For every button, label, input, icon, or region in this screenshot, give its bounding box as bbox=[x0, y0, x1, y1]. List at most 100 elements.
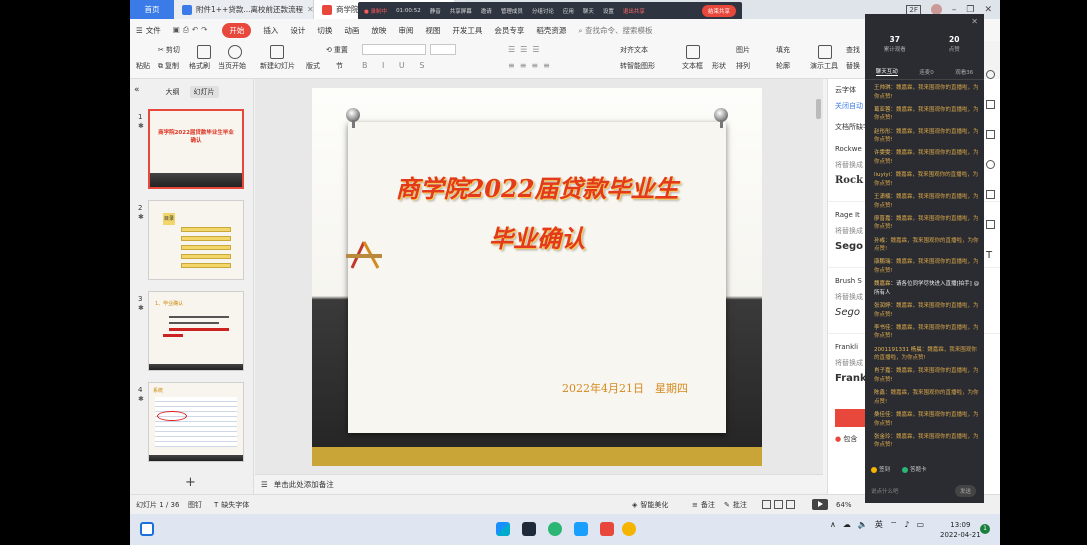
sorter-view-icon[interactable] bbox=[774, 500, 783, 509]
meeting-mute[interactable]: 静音 bbox=[430, 7, 441, 15]
font-item-name[interactable]: Rage It bbox=[835, 211, 860, 219]
command-search[interactable]: ⌕ 查找命令、搜索模板 bbox=[578, 25, 652, 36]
tab-document[interactable]: 附件1++贷款...离校前还款流程 ✕ bbox=[174, 0, 314, 19]
play-from-current-button[interactable]: 当页开始 bbox=[218, 61, 246, 71]
menu-start[interactable]: 开始 bbox=[222, 22, 252, 38]
file-menu[interactable]: ☰ 文件 bbox=[136, 25, 161, 36]
reset-button[interactable]: ⟲ 重置 bbox=[326, 45, 348, 55]
wechat-icon[interactable] bbox=[548, 522, 562, 536]
volume-icon[interactable]: ♪ bbox=[904, 520, 909, 529]
reading-view-icon[interactable] bbox=[786, 500, 795, 509]
paste-button[interactable]: 粘贴 bbox=[136, 61, 150, 71]
font-item-name[interactable]: Brush S bbox=[835, 277, 862, 285]
meeting-settings[interactable]: 设置 bbox=[603, 7, 614, 15]
help-icon[interactable] bbox=[986, 70, 995, 79]
menu-insert[interactable]: 插入 bbox=[263, 25, 278, 36]
close-icon[interactable]: ✕ bbox=[971, 17, 978, 26]
stop-share-link[interactable]: 退出共享 bbox=[623, 7, 645, 15]
format-painter-button[interactable]: 格式刷 bbox=[189, 61, 210, 71]
font-item-name[interactable]: Frankli bbox=[835, 343, 858, 351]
tool-icon[interactable] bbox=[986, 190, 995, 199]
slide[interactable]: 商学院2022届贷款毕业生 毕业确认 2022年4月21日 星期四 bbox=[312, 88, 762, 466]
find-button[interactable]: 查找 bbox=[846, 45, 860, 55]
tool-icon[interactable] bbox=[986, 130, 995, 139]
input-language[interactable]: 英 bbox=[875, 519, 883, 530]
menu-slideshow[interactable]: 放映 bbox=[371, 25, 386, 36]
menu-docer[interactable]: 稻壳资源 bbox=[536, 25, 566, 36]
section-button[interactable]: 节 bbox=[336, 61, 343, 71]
send-button[interactable]: 发送 bbox=[954, 485, 976, 497]
notes-toggle[interactable]: ≡ 备注 bbox=[692, 500, 715, 510]
meeting-apps[interactable]: 应用 bbox=[563, 7, 574, 15]
slide-thumbnail-3[interactable]: 1、毕业确认 bbox=[148, 291, 244, 371]
menu-developer[interactable]: 开发工具 bbox=[452, 25, 482, 36]
slide-thumbnail-4[interactable]: 系统 bbox=[148, 382, 244, 462]
notes-area[interactable]: ☰ 单击此处添加备注 bbox=[255, 474, 823, 494]
textbox-button[interactable]: 文本框 bbox=[682, 61, 703, 71]
text-direction-button[interactable]: 对齐文本 bbox=[620, 45, 648, 55]
play-icon[interactable] bbox=[228, 45, 242, 59]
tab-chat[interactable]: 聊天互动 bbox=[875, 67, 898, 76]
windows-start-icon[interactable] bbox=[496, 522, 510, 536]
menu-view[interactable]: 视图 bbox=[425, 25, 440, 36]
new-slide-icon[interactable] bbox=[270, 45, 284, 59]
beautify-button[interactable]: ◈ 智能美化 bbox=[632, 500, 668, 510]
answer-card-button[interactable]: 答题卡 bbox=[902, 465, 927, 473]
font-format-buttons[interactable]: B I U S bbox=[362, 61, 430, 70]
meeting-app-icon[interactable] bbox=[574, 522, 588, 536]
brush-icon[interactable] bbox=[197, 45, 211, 59]
sign-in-button[interactable]: 签到 bbox=[871, 465, 890, 473]
slide-thumbnail-1[interactable]: 商学院2022届贷款毕业生毕业确认 bbox=[148, 109, 244, 189]
outline-button[interactable]: 轮廓 bbox=[776, 61, 790, 71]
clock[interactable]: 13:09 2022-04-21 bbox=[940, 520, 981, 540]
notification-badge[interactable]: 1 bbox=[980, 524, 990, 534]
tab-slides[interactable]: 幻灯片 bbox=[189, 86, 219, 98]
missing-font-button[interactable]: T 缺失字体 bbox=[214, 500, 249, 510]
auto-close-link[interactable]: 关闭自动 bbox=[835, 101, 863, 111]
new-slide-button[interactable]: 新建幻灯片 bbox=[260, 61, 295, 71]
slideshow-button[interactable] bbox=[812, 499, 828, 510]
chevron-up-icon[interactable]: ∧ bbox=[830, 520, 836, 529]
slide-thumbnail-2[interactable]: 目录 bbox=[148, 200, 244, 280]
presenter-tools-icon[interactable] bbox=[818, 45, 832, 59]
meeting-chat[interactable]: 聊天 bbox=[583, 7, 594, 15]
copy-button[interactable]: ⧉ 复制 bbox=[158, 61, 179, 71]
quick-access-toolbar[interactable]: ▣⎙↶↷ bbox=[173, 25, 211, 35]
comments-toggle[interactable]: ✎ 批注 bbox=[724, 500, 747, 510]
wps-icon[interactable] bbox=[600, 522, 614, 536]
close-icon[interactable]: ✕ bbox=[307, 5, 314, 14]
paragraph-buttons[interactable]: ☰☰☰ bbox=[508, 45, 545, 54]
presenter-tools-button[interactable]: 演示工具 bbox=[810, 61, 838, 71]
layout-button[interactable]: 版式 bbox=[306, 61, 320, 71]
search-icon[interactable] bbox=[522, 522, 536, 536]
tab-home[interactable]: 首页 bbox=[130, 0, 174, 19]
browser-icon[interactable] bbox=[622, 522, 636, 536]
tool-icon[interactable] bbox=[986, 100, 995, 109]
zoom-level[interactable]: 64% bbox=[836, 501, 852, 509]
replace-button[interactable]: 替换 bbox=[846, 61, 860, 71]
menu-transition[interactable]: 切换 bbox=[317, 25, 332, 36]
battery-icon[interactable]: ▭ bbox=[916, 520, 924, 529]
normal-view-icon[interactable] bbox=[762, 500, 771, 509]
add-slide-button[interactable]: + bbox=[185, 475, 196, 490]
text-icon[interactable]: T bbox=[986, 250, 992, 261]
meeting-members[interactable]: 管理成员 bbox=[501, 7, 523, 15]
tool-icon[interactable] bbox=[986, 160, 995, 169]
maximize-icon[interactable]: ❐ bbox=[966, 5, 974, 15]
textbox-icon[interactable] bbox=[686, 45, 700, 59]
tool-icon[interactable] bbox=[986, 220, 995, 229]
shape-button[interactable]: 形状 bbox=[712, 61, 726, 71]
align-buttons[interactable]: ≡≡≡≡ bbox=[508, 61, 555, 70]
arrange-button[interactable]: 排列 bbox=[736, 61, 750, 71]
fill-button[interactable]: 填充 bbox=[776, 45, 790, 55]
meeting-share[interactable]: 共享屏幕 bbox=[450, 7, 472, 15]
font-item-name[interactable]: Rockwe bbox=[835, 145, 862, 153]
meeting-invite[interactable]: 邀请 bbox=[481, 7, 492, 15]
tab-viewers[interactable]: 观看36 bbox=[955, 68, 973, 76]
chat-input[interactable]: 说点什么吧 发送 bbox=[869, 484, 980, 498]
menu-member[interactable]: 会员专享 bbox=[494, 25, 524, 36]
font-size-select[interactable] bbox=[430, 44, 456, 55]
menu-review[interactable]: 审阅 bbox=[398, 25, 413, 36]
menu-design[interactable]: 设计 bbox=[290, 25, 305, 36]
menu-animation[interactable]: 动画 bbox=[344, 25, 359, 36]
